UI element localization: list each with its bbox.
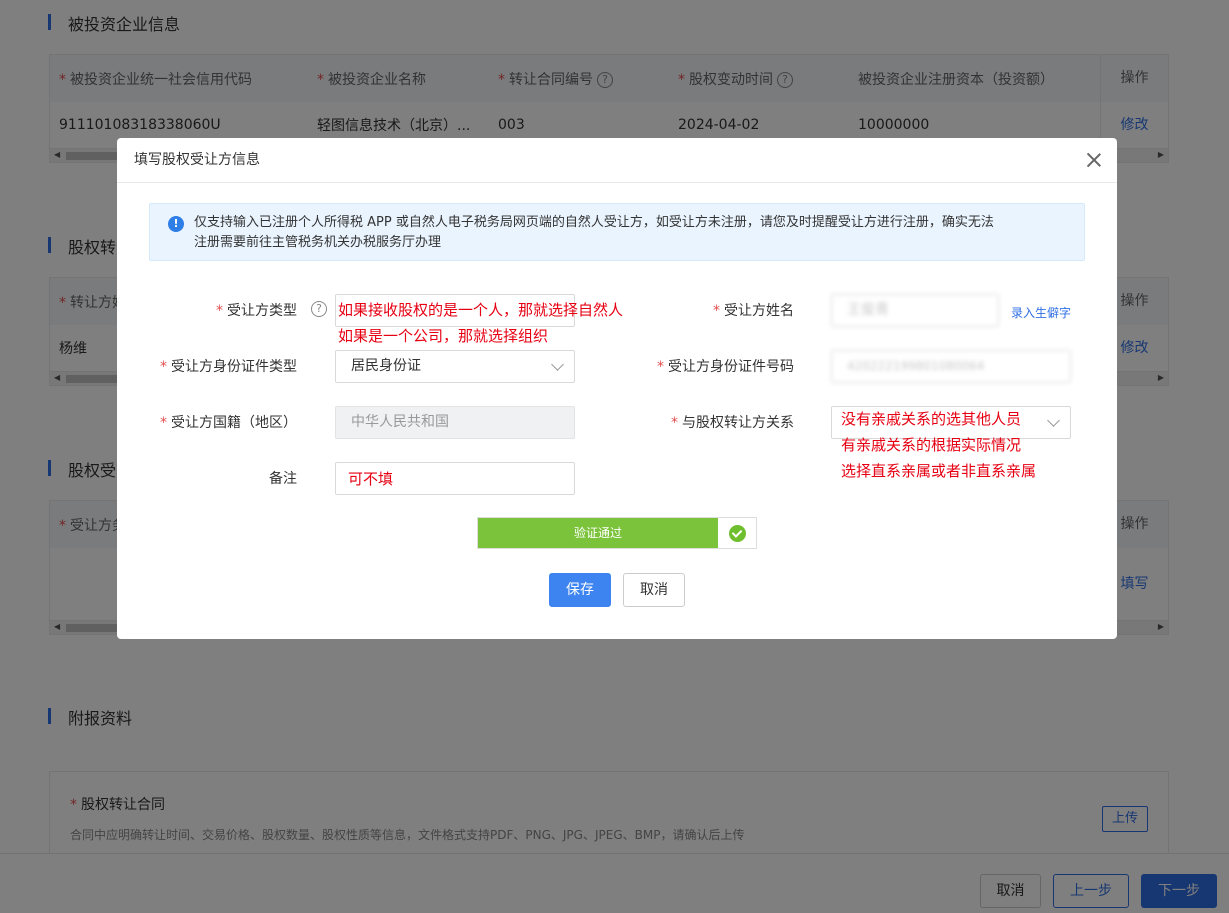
annotation-relation-1: 没有亲戚关系的选其他人员: [841, 410, 1022, 428]
close-icon[interactable]: [1085, 151, 1103, 169]
transferee-info-dialog: 填写股权受让方信息 ! 仅支持输入已注册个人所得税 APP 或自然人电子税务局网…: [117, 138, 1117, 639]
nationality-input: 中华人民共和国: [335, 406, 575, 439]
save-button[interactable]: 保存: [549, 573, 611, 607]
id-type-select[interactable]: 居民身份证: [335, 350, 575, 383]
annotation-type-1: 如果接收股权的是一个人，那就选择自然人: [338, 301, 624, 319]
transferee-name-input[interactable]: 王俊青: [831, 294, 999, 327]
id-type-label: * 受让方身份证件类型: [160, 359, 297, 375]
verification-status: 验证通过: [478, 518, 718, 548]
chevron-down-icon: [1047, 414, 1060, 427]
annotation-remark: 可不填: [348, 470, 394, 488]
id-number-label: * 受让方身份证件号码: [657, 359, 794, 375]
rare-character-link[interactable]: 录入生僻字: [1011, 304, 1071, 321]
annotation-relation-3: 选择直系亲属或者非直系亲属: [841, 462, 1037, 480]
relation-label: * 与股权转让方关系: [671, 415, 794, 431]
info-icon: !: [168, 216, 184, 232]
id-number-input[interactable]: 420222199801080064: [831, 350, 1071, 383]
nationality-label: * 受让方国籍（地区）: [160, 415, 297, 431]
check-circle-icon: [729, 525, 746, 542]
info-notice: ! 仅支持输入已注册个人所得税 APP 或自然人电子税务局网页端的自然人受让方，…: [149, 203, 1085, 261]
verification-slider[interactable]: 验证通过: [477, 517, 757, 549]
transferee-name-label: * 受让方姓名: [713, 303, 794, 319]
help-icon[interactable]: ?: [311, 301, 327, 317]
annotation-type-2: 如果是一个公司，那就选择组织: [338, 327, 549, 345]
annotation-relation-2: 有亲戚关系的根据实际情况: [841, 436, 1022, 454]
chevron-down-icon: [551, 358, 564, 371]
remark-label: 备注: [269, 471, 297, 487]
dialog-title: 填写股权受让方信息: [134, 152, 260, 168]
transferee-type-label: * 受让方类型: [216, 303, 297, 319]
cancel-button[interactable]: 取消: [623, 573, 685, 607]
